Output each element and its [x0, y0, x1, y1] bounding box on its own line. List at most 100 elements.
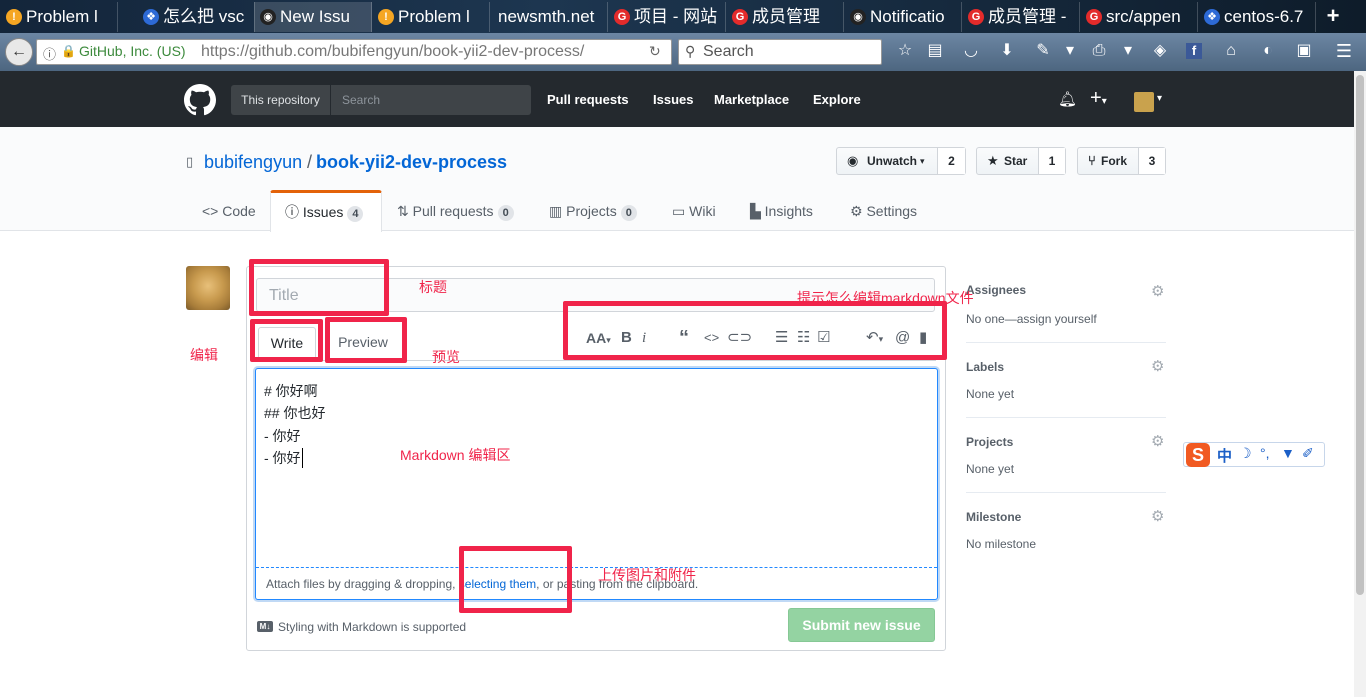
fork-button[interactable]: ⑂ Fork 3 [1077, 147, 1166, 175]
notifications-bell-icon[interactable]: 🔔︎ [1058, 90, 1077, 108]
info-icon[interactable]: ⓘ [43, 44, 56, 63]
tab-issues-label: Issues [302, 204, 344, 220]
sidebar-milestone-heading[interactable]: Milestone [966, 510, 1021, 524]
browser-tab[interactable]: ◉ New Issu [254, 2, 372, 32]
sidebar-projects-heading[interactable]: Projects [966, 435, 1013, 449]
profile-icon[interactable]: ▣ [1294, 41, 1314, 61]
annotation-title: 标题 [419, 279, 447, 295]
reading-list-icon[interactable]: ▤ [925, 41, 945, 61]
browser-tab[interactable]: G 成员管理 - [962, 2, 1080, 32]
markdown-note[interactable]: Styling with Markdown is supported [278, 620, 466, 634]
fork-label: Fork [1101, 154, 1128, 168]
graph-icon: ▙ [750, 203, 765, 219]
browser-tab[interactable]: Gsrc/appen [1080, 2, 1198, 32]
tab-favicon-icon: ! [6, 9, 22, 25]
sidebar-milestone-value: No milestone [966, 537, 1037, 551]
wrench-icon: ✐ [1302, 445, 1314, 461]
sidebar-assignees-value[interactable]: No one—assign yourself [966, 312, 1097, 326]
submit-issue-label: Submit new issue [802, 617, 921, 633]
ime-toolbar[interactable]: S 中 ☽ °, ▼ ✐ [1183, 442, 1325, 467]
tab-wiki[interactable]: ▭ Wiki [672, 191, 716, 231]
annotation-upload: 上传图片和附件 [598, 567, 696, 583]
tab-settings[interactable]: ⚙ Settings [850, 191, 917, 231]
chevron-down-icon[interactable]: ▾ [1157, 93, 1162, 104]
gear-icon: ⚙ [850, 203, 867, 219]
avatar[interactable] [1134, 92, 1154, 112]
facebook-icon[interactable]: f [1186, 43, 1202, 59]
nav-explore[interactable]: Explore [813, 92, 861, 107]
tab-wiki-label: Wiki [689, 203, 716, 219]
browser-tab[interactable]: ❖ centos-6.7 [1198, 2, 1316, 32]
repo-name-link[interactable]: book-yii2-dev-process [316, 152, 507, 173]
browser-tab[interactable]: ! Problem l [0, 2, 118, 32]
reload-icon[interactable]: ↻ [649, 43, 661, 60]
star-button[interactable]: ★ Star 1 [976, 147, 1066, 175]
browser-tab[interactable]: ◉ Notificatio [844, 2, 962, 32]
print-icon[interactable]: ⎙ [1089, 41, 1109, 61]
star-label: Star [1004, 154, 1028, 168]
sidebar-labels-heading[interactable]: Labels [966, 360, 1004, 374]
annotation-preview: 预览 [432, 349, 460, 365]
repo-owner-link[interactable]: bubifengyun [204, 152, 302, 173]
gear-icon[interactable]: ⚙ [1151, 284, 1167, 300]
scrollbar-thumb[interactable] [1356, 75, 1364, 595]
new-plus-icon[interactable]: +▾ [1090, 87, 1107, 110]
back-button[interactable]: ← [5, 38, 33, 66]
projects-count-badge: 0 [620, 205, 637, 221]
tab-insights[interactable]: ▙ Insights [750, 191, 813, 231]
extension-icon[interactable]: ✎ [1033, 41, 1053, 61]
pull-request-icon: ⇅ [397, 203, 413, 219]
pulls-count-badge: 0 [497, 205, 514, 221]
url-bar[interactable]: ⓘ 🔒 GitHub, Inc. (US) https://github.com… [36, 39, 672, 65]
tab-issues[interactable]: ⓘ Issues 4 [270, 190, 382, 232]
markdown-editor[interactable]: # 你好啊 ## 你也好 - 你好 - 你好 Attach files by d… [255, 368, 938, 600]
moon-icon: ☽ [1239, 445, 1252, 461]
annotation-editor-area: Markdown 编辑区 [400, 447, 511, 463]
header-search[interactable]: This repository Search [231, 85, 531, 115]
browser-tab[interactable]: G 成员管理 [726, 2, 844, 32]
browser-tab[interactable]: ! Problem l [372, 2, 490, 32]
page-scrollbar[interactable] [1354, 71, 1366, 697]
chevron-down-icon[interactable]: ▾ [1060, 41, 1080, 61]
skin-icon: ▼ [1281, 445, 1295, 461]
nav-marketplace[interactable]: Marketplace [714, 92, 789, 107]
sidebar-assignees-heading[interactable]: Assignees [966, 283, 1026, 297]
editor-line: - 你好 [264, 448, 303, 468]
tab-favicon-icon: G [732, 9, 748, 25]
tab-projects[interactable]: ▥ Projects 0 [549, 191, 637, 231]
author-avatar[interactable] [186, 266, 230, 310]
pocket-icon[interactable]: ◡ [961, 41, 981, 61]
editor-line: # 你好啊 [264, 383, 318, 399]
nav-issues[interactable]: Issues [653, 92, 693, 107]
forks-count[interactable]: 3 [1138, 148, 1165, 174]
browser-tab-label: centos-6.7 [1224, 7, 1304, 26]
punctuation-icon: °, [1260, 445, 1270, 461]
gear-icon[interactable]: ⚙ [1151, 359, 1167, 375]
bookmark-star-icon[interactable]: ☆ [895, 41, 915, 61]
gear-icon[interactable]: ⚙ [1151, 434, 1167, 450]
submit-issue-button[interactable]: Submit new issue [788, 608, 935, 642]
nav-pull-requests[interactable]: Pull requests [547, 92, 629, 107]
tab-favicon-icon: ! [378, 9, 394, 25]
browser-tab[interactable]: G 项目 - 网站 [608, 2, 726, 32]
github-logo-icon[interactable] [184, 84, 216, 116]
browser-search-bar[interactable]: ⚲ Search [678, 39, 882, 65]
menu-icon[interactable]: ☰ [1334, 41, 1354, 61]
tab-settings-label: Settings [866, 203, 918, 219]
chevron-down-icon[interactable]: ▾ [1118, 41, 1138, 61]
download-icon[interactable]: ⬇ [997, 41, 1017, 61]
browser-tab[interactable]: newsmth.net [490, 2, 608, 32]
tab-pull-requests[interactable]: ⇅ Pull requests 0 [397, 191, 514, 231]
browser-tab-label: Problem l [398, 7, 470, 26]
stars-count[interactable]: 1 [1038, 148, 1065, 174]
tab-code[interactable]: <> Code [202, 191, 256, 231]
globe-icon[interactable]: ◈ [1150, 41, 1170, 61]
sync-icon[interactable]: ◐ [1258, 41, 1278, 61]
watchers-count[interactable]: 2 [937, 148, 965, 174]
unwatch-button[interactable]: ◉ Unwatch ▾ 2 [836, 147, 966, 175]
new-tab-button[interactable]: + [1322, 2, 1344, 30]
gear-icon[interactable]: ⚙ [1151, 509, 1167, 525]
tab-favicon-icon: ◉ [260, 9, 276, 25]
browser-tab[interactable]: ❖ 怎么把 vsc [137, 2, 255, 32]
home-icon[interactable]: ⌂ [1221, 41, 1241, 61]
